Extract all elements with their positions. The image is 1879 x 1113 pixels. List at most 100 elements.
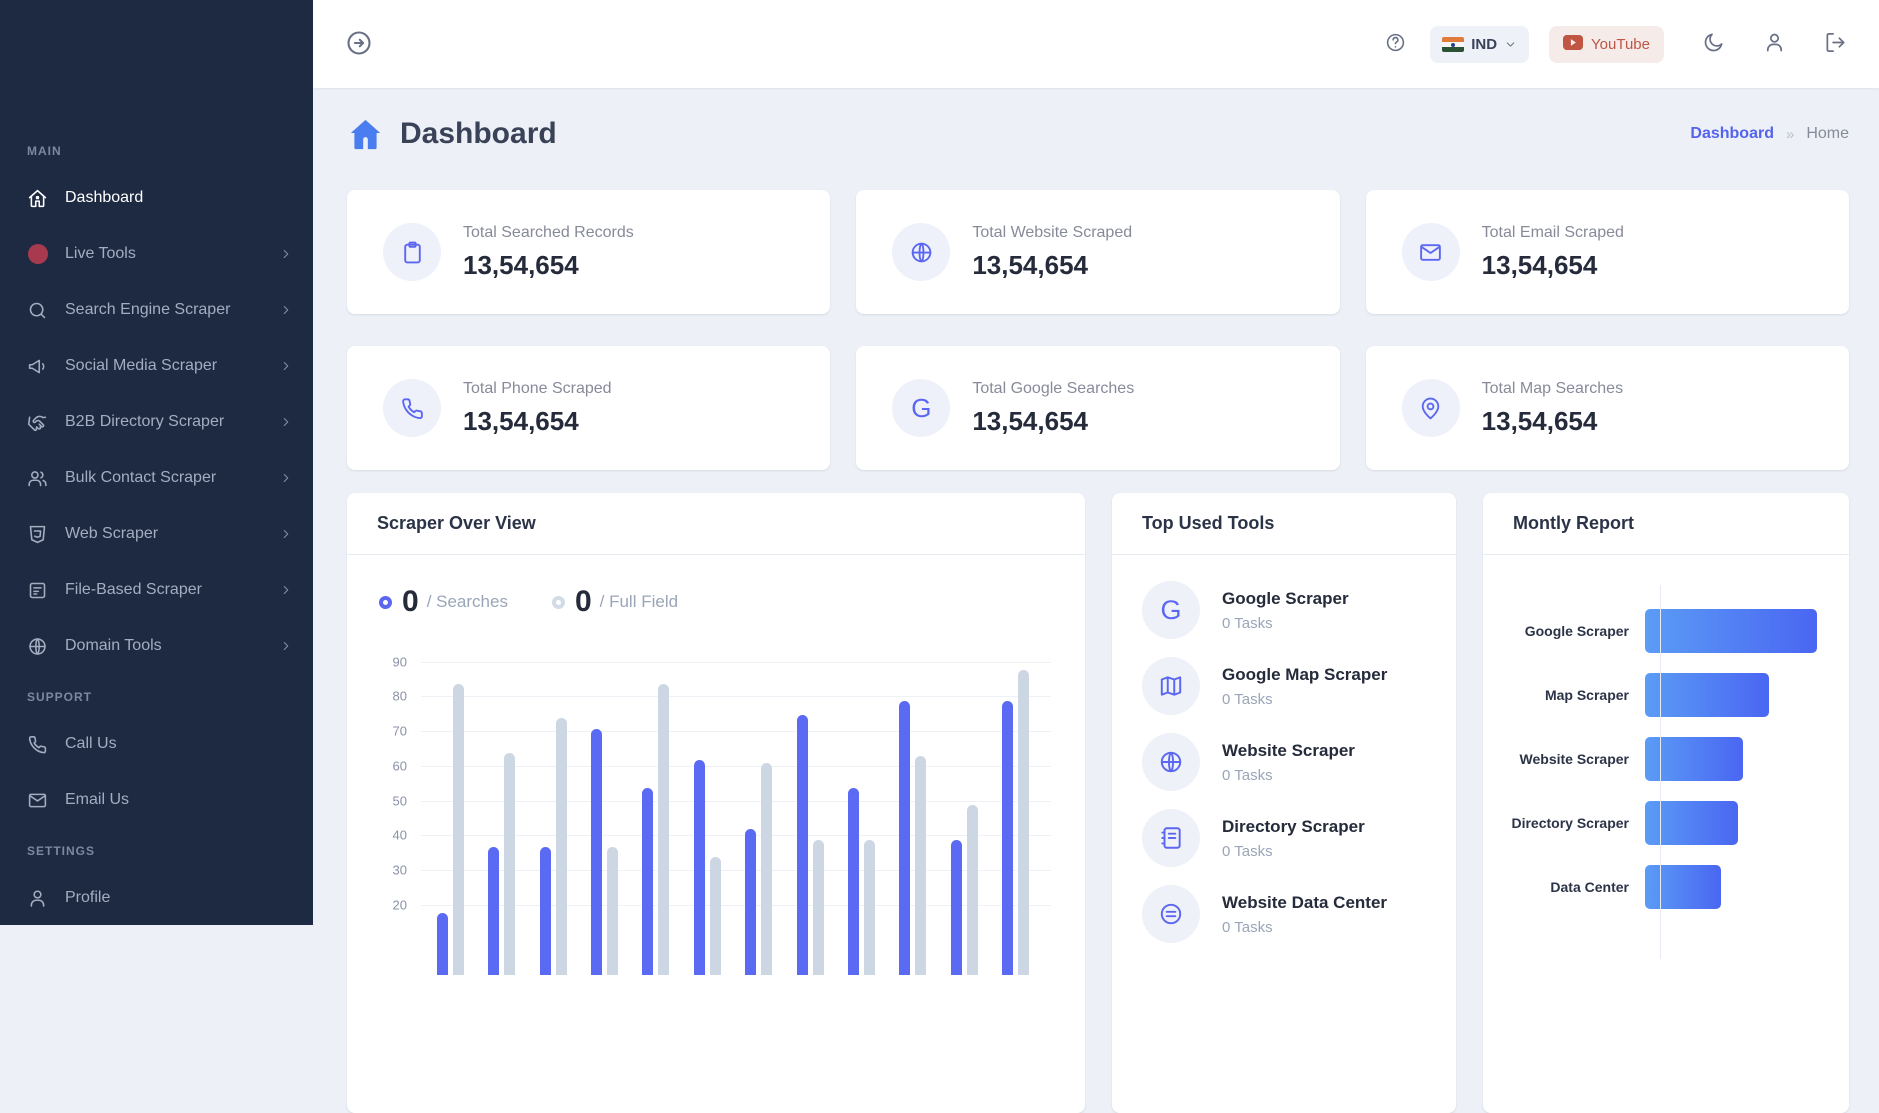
stat-label: Total Phone Scraped	[463, 380, 612, 398]
searches-bar	[1002, 701, 1013, 975]
monthly-report-chart: Google ScraperMap ScraperWebsite Scraper…	[1483, 555, 1849, 919]
monthly-row: Directory Scraper	[1483, 791, 1849, 855]
tool-info: Website Data Center 0 Tasks	[1222, 893, 1387, 936]
stat-card-total-google-searches: GTotal Google Searches13,54,654	[856, 346, 1339, 470]
searches-bar	[848, 788, 859, 975]
sidebar-item-social-media-scraper[interactable]: Social Media Scraper	[0, 338, 313, 394]
stat-value: 13,54,654	[463, 406, 612, 437]
monthly-bar	[1645, 673, 1769, 717]
monthly-row: Data Center	[1483, 855, 1849, 919]
help-button[interactable]	[1385, 32, 1406, 56]
bar-group	[694, 643, 721, 975]
sidebar-item-web-scraper[interactable]: Web Scraper	[0, 506, 313, 562]
tool-name: Google Map Scraper	[1222, 665, 1387, 685]
tool-tasks: 0 Tasks	[1222, 691, 1387, 708]
monthly-report-title: Montly Report	[1513, 513, 1634, 534]
sidebar-item-email-us[interactable]: Email Us	[0, 772, 313, 828]
sidebar-item-domain-tools[interactable]: Domain Tools	[0, 618, 313, 674]
bottom-grid: Scraper Over View 0 / Searches 0/ Full Fie…	[347, 493, 1849, 1113]
searches-bar	[694, 760, 705, 975]
profile-button[interactable]	[1763, 31, 1786, 57]
monthly-row: Map Scraper	[1483, 663, 1849, 727]
bar-group	[1002, 643, 1029, 975]
topbar-right: IND YouTube	[1385, 26, 1847, 63]
tool-name: Directory Scraper	[1222, 817, 1365, 837]
sidebar-toggle-button[interactable]	[345, 29, 373, 60]
map-pin-icon	[1402, 379, 1460, 437]
monthly-category-label: Data Center	[1483, 879, 1645, 895]
y-axis-tick-label: 70	[369, 724, 407, 739]
overview-legend: 0 / Searches 0/ Full Field	[379, 585, 1085, 619]
sidebar-item-live-tools[interactable]: Live Tools	[0, 226, 313, 282]
full-field-bar	[504, 753, 515, 975]
sidebar-item-dashboard[interactable]: Dashboard	[0, 170, 313, 226]
monthly-category-label: Map Scraper	[1483, 687, 1645, 703]
searches-bar	[437, 913, 448, 975]
globe-icon	[27, 636, 48, 657]
stat-value: 13,54,654	[463, 250, 634, 281]
sidebar-item-label: File-Based Scraper	[65, 581, 279, 599]
mail-icon	[27, 790, 48, 811]
full-field-bar	[710, 857, 721, 975]
bar-group	[591, 643, 618, 975]
full-field-bar	[607, 847, 618, 975]
full-field-bar	[813, 840, 824, 975]
stat-card-total-website-scraped: Total Website Scraped13,54,654	[856, 190, 1339, 314]
legend-dot-icon	[552, 596, 565, 609]
main-area: IND YouTube Dashboard Dashboard	[313, 0, 1879, 925]
sidebar-item-profile[interactable]: Profile	[0, 870, 313, 926]
searches-bar	[642, 788, 653, 975]
tool-tasks: 0 Tasks	[1222, 919, 1387, 936]
sidebar-item-label: Email Us	[65, 791, 293, 809]
y-axis-tick-label: 50	[369, 793, 407, 808]
searches-bar	[951, 840, 962, 975]
sidebar-nav: MAINDashboardLive ToolsSearch Engine Scr…	[0, 128, 313, 926]
chevron-right-icon	[279, 247, 293, 261]
tool-row-directory-scraper[interactable]: Directory Scraper0 Tasks	[1142, 809, 1426, 867]
monthly-report-card-header: Montly Report	[1483, 493, 1849, 555]
moon-icon	[1702, 31, 1725, 57]
tool-name: Google Scraper	[1222, 589, 1349, 609]
tool-row-google-scraper[interactable]: GGoogle Scraper0 Tasks	[1142, 581, 1426, 639]
tool-tasks: 0 Tasks	[1222, 615, 1349, 632]
mail-icon	[1402, 223, 1460, 281]
clipboard-icon	[383, 223, 441, 281]
sidebar-item-label: Domain Tools	[65, 637, 279, 655]
bar-group	[642, 643, 669, 975]
live-icon	[27, 244, 48, 265]
logout-button[interactable]	[1824, 31, 1847, 57]
sidebar-item-label: Search Engine Scraper	[65, 301, 279, 319]
legend-count: 0	[575, 585, 592, 619]
sidebar-item-call-us[interactable]: Call Us	[0, 716, 313, 772]
overview-card-header: Scraper Over View	[347, 493, 1085, 555]
searches-bar	[899, 701, 910, 975]
tool-row-google-map-scraper[interactable]: Google Map Scraper 0 Tasks	[1142, 657, 1426, 715]
globe-icon	[892, 223, 950, 281]
top-tools-card: Top Used Tools GGoogle Scraper0 TasksGoo…	[1112, 493, 1456, 1113]
home-icon	[27, 188, 48, 209]
language-selector[interactable]: IND	[1430, 26, 1529, 63]
phone-icon	[27, 734, 48, 755]
youtube-label: YouTube	[1591, 36, 1650, 53]
sidebar-item-bulk-contact-scraper[interactable]: Bulk Contact Scraper	[0, 450, 313, 506]
sidebar-item-label: B2B Directory Scraper	[65, 413, 279, 431]
sidebar-item-b2b-directory-scraper[interactable]: B2B Directory Scraper	[0, 394, 313, 450]
youtube-button[interactable]: YouTube	[1549, 26, 1664, 63]
bar-group	[745, 643, 772, 975]
sidebar-item-file-based-scraper[interactable]: File-Based Scraper	[0, 562, 313, 618]
breadcrumb-separator: »	[1786, 126, 1794, 143]
chevron-right-icon	[279, 303, 293, 317]
user-icon	[27, 888, 48, 909]
stat-info: Total Email Scraped13,54,654	[1482, 224, 1624, 281]
dark-mode-button[interactable]	[1702, 31, 1725, 57]
top-tools-card-header: Top Used Tools	[1112, 493, 1456, 555]
phone-icon	[383, 379, 441, 437]
circle-arrow-right-icon	[345, 29, 373, 60]
tool-name: Website Data Center	[1222, 893, 1387, 913]
overview-legend-item: 0/ Full Field	[552, 585, 678, 619]
sidebar-item-search-engine-scraper[interactable]: Search Engine Scraper	[0, 282, 313, 338]
legend-label: / Searches	[427, 592, 508, 612]
breadcrumb-link[interactable]: Dashboard	[1690, 125, 1774, 143]
tool-row-website-data-center[interactable]: Website Data Center 0 Tasks	[1142, 885, 1426, 943]
tool-row-website-scraper[interactable]: Website Scraper0 Tasks	[1142, 733, 1426, 791]
